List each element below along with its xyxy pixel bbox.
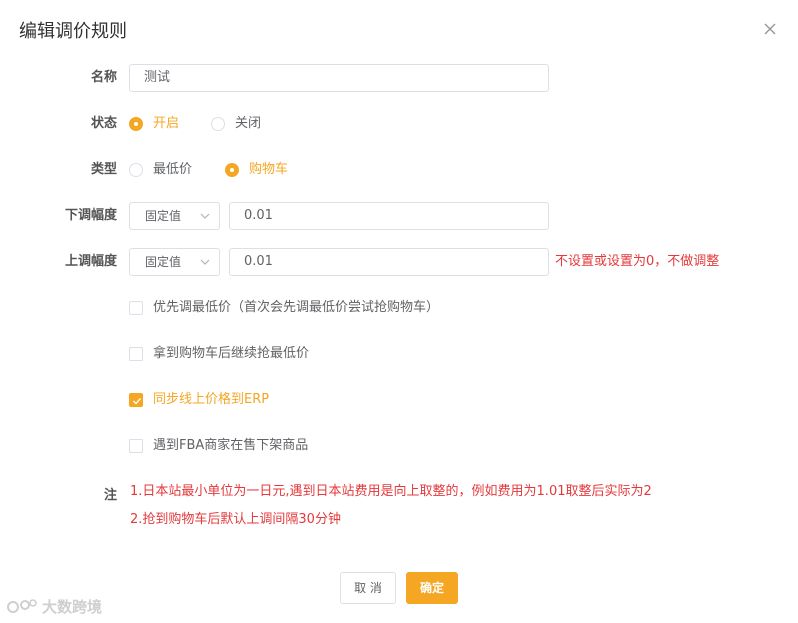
checkbox-sync-price-to-erp-label: 同步线上价格到ERP: [153, 392, 270, 407]
chevron-down-icon: [200, 213, 210, 219]
chevron-down-icon: [200, 259, 210, 265]
radio-checked-icon: [129, 117, 143, 131]
type-radio-buybox[interactable]: 购物车: [225, 160, 288, 180]
status-radio-on-label: 开启: [153, 116, 180, 131]
checkbox-fba-seller-delist-label: 遇到FBA商家在售下架商品: [153, 438, 309, 453]
cancel-button[interactable]: 取 消: [340, 572, 396, 604]
checkbox-sync-price-to-erp[interactable]: 同步线上价格到ERP: [129, 390, 269, 410]
checkbox-fba-seller-delist[interactable]: 遇到FBA商家在售下架商品: [129, 436, 308, 456]
checkbox-continue-lowest-after-buybox-label: 拿到购物车后继续抢最低价: [153, 346, 310, 361]
status-label: 状态: [90, 116, 117, 131]
type-radio-buybox-label: 购物车: [249, 162, 289, 177]
dialog-title: 编辑调价规则: [19, 21, 127, 42]
checkbox-continue-lowest-after-buybox[interactable]: 拿到购物车后继续抢最低价: [129, 344, 309, 364]
down-range-label: 下调幅度: [64, 208, 117, 223]
status-radio-off-label: 关闭: [235, 116, 262, 131]
down-range-mode-select[interactable]: 固定值: [129, 202, 220, 230]
type-label: 类型: [90, 162, 117, 177]
note-line-2: 2.抢到购物车后默认上调间隔30分钟: [130, 512, 341, 527]
note-line-1: 1.日本站最小单位为一日元,遇到日本站费用是向上取整的，例如费用为1.01取整后…: [130, 484, 652, 499]
type-radio-lowest-price[interactable]: 最低价: [129, 160, 192, 180]
up-range-hint: 不设置或设置为0，不做调整: [555, 254, 720, 269]
radio-checked-icon: [225, 163, 239, 177]
radio-unchecked-icon: [211, 117, 225, 131]
checkbox-prefer-lowest-price-label: 优先调最低价（首次会先调最低价尝试抢购物车）: [153, 300, 440, 315]
name-label: 名称: [90, 70, 117, 85]
edit-price-rule-dialog: 编辑调价规则 名称 测试 状态 开启 关闭 类型 最低价 购物车 下调幅度 固定…: [0, 0, 798, 623]
up-range-label: 上调幅度: [64, 254, 117, 269]
down-range-value-input[interactable]: 0.01: [229, 202, 549, 230]
radio-unchecked-icon: [129, 163, 143, 177]
watermark-logo-icon: [7, 598, 37, 613]
checkbox-unchecked-icon: [129, 347, 143, 361]
checkbox-checked-icon: [129, 393, 143, 407]
checkbox-unchecked-icon: [129, 439, 143, 453]
up-range-mode-select[interactable]: 固定值: [129, 248, 220, 276]
type-radio-lowest-price-label: 最低价: [153, 162, 193, 177]
up-range-mode-value: 固定值: [145, 255, 182, 269]
status-radio-off[interactable]: 关闭: [211, 114, 261, 134]
checkbox-unchecked-icon: [129, 301, 143, 315]
close-icon: [764, 23, 776, 35]
name-input[interactable]: 测试: [129, 64, 549, 92]
watermark: 大数跨境: [6, 596, 102, 617]
status-radio-on[interactable]: 开启: [129, 114, 179, 134]
watermark-text: 大数跨境: [42, 598, 103, 616]
down-range-mode-value: 固定值: [145, 209, 182, 223]
note-label: 注: [103, 488, 117, 503]
check-icon: [133, 398, 142, 405]
checkbox-prefer-lowest-price[interactable]: 优先调最低价（首次会先调最低价尝试抢购物车）: [129, 298, 439, 318]
confirm-button[interactable]: 确定: [406, 572, 458, 604]
close-button[interactable]: [762, 21, 778, 37]
up-range-value-input[interactable]: 0.01: [229, 248, 549, 276]
